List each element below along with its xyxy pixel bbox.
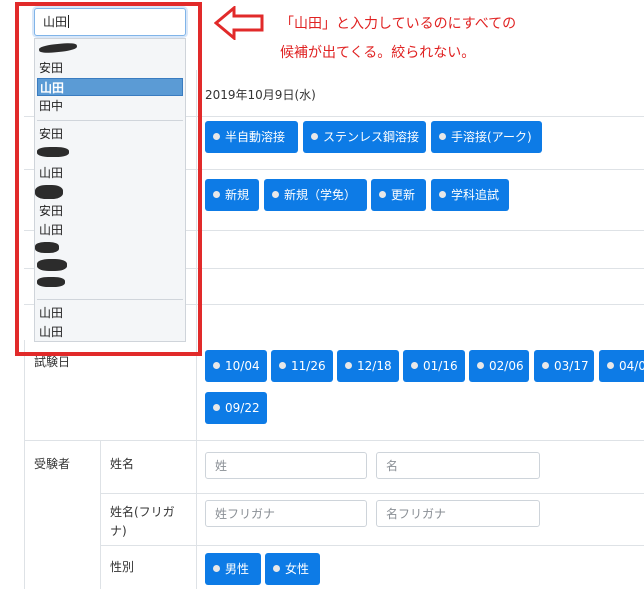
kana-label: 姓名(フリガ ナ)	[110, 505, 175, 538]
exam-date-option[interactable]: 02/06	[469, 350, 529, 382]
radio-dot-icon	[439, 191, 446, 198]
welding-option-semi-auto[interactable]: 半自動溶接	[205, 121, 298, 153]
radio-dot-icon	[273, 565, 280, 572]
exam-date-option[interactable]: 10/04	[205, 350, 267, 382]
radio-dot-icon	[379, 191, 386, 198]
last-name-input[interactable]	[205, 452, 367, 479]
radio-dot-icon	[213, 404, 220, 411]
arrow-left-icon	[214, 6, 264, 40]
name-label: 姓名	[110, 457, 135, 471]
exam-date-value: 2019年10月9日(水)	[205, 88, 316, 102]
radio-dot-icon	[213, 565, 220, 572]
radio-dot-icon	[542, 362, 549, 369]
column-divider	[24, 340, 25, 589]
row-divider	[100, 545, 644, 546]
first-kana-input[interactable]	[376, 500, 540, 527]
radio-dot-icon	[213, 133, 220, 140]
last-kana-input[interactable]	[205, 500, 367, 527]
annotation-text-line-2: 候補が出てくる。絞られない。	[280, 45, 476, 61]
gender-female[interactable]: 女性	[265, 553, 320, 585]
application-new-exempt[interactable]: 新規（学免）	[264, 179, 367, 211]
exam-date-option[interactable]: 12/18	[337, 350, 399, 382]
application-new[interactable]: 新規	[205, 179, 259, 211]
radio-dot-icon	[477, 362, 484, 369]
radio-dot-icon	[213, 362, 220, 369]
exam-date-option[interactable]: 11/26	[271, 350, 333, 382]
application-retake[interactable]: 学科追試	[431, 179, 509, 211]
radio-dot-icon	[311, 133, 318, 140]
examinee-label: 受験者	[34, 457, 71, 471]
welding-option-stainless[interactable]: ステンレス鋼溶接	[303, 121, 426, 153]
radio-dot-icon	[439, 133, 446, 140]
annotation-highlight-box	[15, 2, 202, 356]
radio-dot-icon	[213, 191, 220, 198]
radio-dot-icon	[272, 191, 279, 198]
exam-date-option[interactable]: 09/22	[205, 392, 267, 424]
exam-date-option[interactable]: 03/17	[534, 350, 594, 382]
row-divider	[24, 440, 644, 441]
radio-dot-icon	[607, 362, 614, 369]
exam-date-option[interactable]: 01/16	[403, 350, 465, 382]
radio-dot-icon	[279, 362, 286, 369]
radio-dot-icon	[345, 362, 352, 369]
exam-date-option[interactable]: 04/0	[599, 350, 644, 382]
gender-male[interactable]: 男性	[205, 553, 261, 585]
welding-option-arc[interactable]: 手溶接(アーク)	[431, 121, 542, 153]
row-divider	[100, 493, 644, 494]
first-name-input[interactable]	[376, 452, 540, 479]
radio-dot-icon	[411, 362, 418, 369]
annotation-text-line-1: 「山田」と入力しているのにすべての	[280, 16, 517, 32]
application-renewal[interactable]: 更新	[371, 179, 426, 211]
column-divider	[100, 440, 101, 589]
gender-label: 性別	[110, 560, 135, 574]
